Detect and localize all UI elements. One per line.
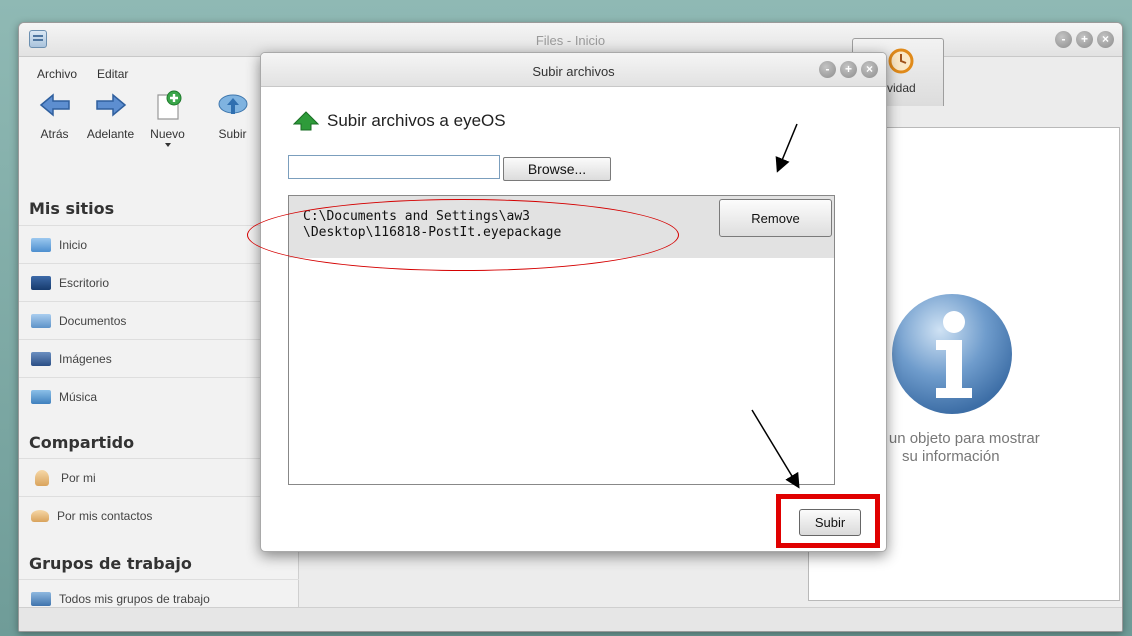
sidebar-item-documentos[interactable]: Documentos bbox=[19, 301, 299, 339]
menu-archivo[interactable]: Archivo bbox=[37, 67, 77, 81]
menu-bar: Archivo Editar bbox=[37, 67, 128, 81]
new-label: Nuevo bbox=[150, 127, 185, 141]
documents-folder-icon bbox=[31, 313, 51, 328]
info-icon bbox=[892, 294, 1012, 414]
remove-button[interactable]: Remove bbox=[719, 199, 832, 237]
forward-button[interactable]: Adelante bbox=[83, 87, 138, 141]
sidebar-item-por-mis-contactos[interactable]: Por mis contactos bbox=[19, 496, 299, 534]
chevron-down-icon bbox=[164, 143, 171, 147]
clock-icon bbox=[888, 48, 914, 74]
music-folder-icon bbox=[31, 389, 51, 404]
sidebar-item-label: Inicio bbox=[59, 237, 88, 252]
groups-icon bbox=[31, 591, 51, 606]
dialog-minimize-button[interactable]: - bbox=[819, 61, 836, 78]
new-document-icon bbox=[156, 90, 181, 120]
file-path-input[interactable] bbox=[288, 155, 500, 179]
sidebar-item-label: Todos mis grupos de trabajo bbox=[59, 591, 210, 606]
sidebar-item-por-mi[interactable]: Por mi bbox=[19, 458, 299, 496]
back-button[interactable]: Atrás bbox=[27, 87, 82, 141]
menu-editar[interactable]: Editar bbox=[97, 67, 128, 81]
dialog-title: Subir archivos bbox=[532, 64, 615, 79]
dialog-close-button[interactable]: × bbox=[861, 61, 878, 78]
forward-label: Adelante bbox=[86, 127, 135, 141]
info-message-line2: su información bbox=[902, 448, 1000, 465]
upload-dialog: Subir archivos - + × Subir archivos a ey… bbox=[260, 52, 887, 552]
sidebar-item-label: Por mis contactos bbox=[57, 508, 153, 523]
back-label: Atrás bbox=[40, 127, 69, 141]
new-button[interactable]: Nuevo bbox=[140, 87, 195, 147]
sidebar-item-label: Imágenes bbox=[59, 351, 112, 366]
browse-button[interactable]: Browse... bbox=[503, 157, 611, 181]
upload-button[interactable]: Subir bbox=[205, 87, 260, 141]
sidebar-item-label: Documentos bbox=[59, 313, 127, 328]
sidebar: Archivo Editar Atrás Adelante Nuevo Subi… bbox=[19, 57, 299, 609]
maximize-button[interactable]: + bbox=[1076, 31, 1093, 48]
upload-arrow-icon bbox=[293, 111, 319, 131]
upload-label: Subir bbox=[218, 127, 247, 141]
arrow-right-icon bbox=[95, 93, 126, 117]
info-message: na un objeto para mostrar su información bbox=[868, 430, 1128, 466]
annotation-ellipse bbox=[247, 199, 679, 271]
home-folder-icon bbox=[31, 237, 51, 252]
sidebar-item-label: Por mi bbox=[61, 470, 96, 485]
sidebar-item-escritorio[interactable]: Escritorio bbox=[19, 263, 299, 301]
section-mis-sitios: Mis sitios bbox=[29, 199, 115, 218]
sidebar-item-label: Escritorio bbox=[59, 275, 110, 290]
status-bar bbox=[19, 607, 1122, 631]
section-compartido: Compartido bbox=[29, 433, 135, 452]
dialog-window-controls: - + × bbox=[819, 61, 878, 78]
sidebar-item-label: Música bbox=[59, 389, 98, 404]
desktop-folder-icon bbox=[31, 275, 51, 290]
sidebar-item-musica[interactable]: Música bbox=[19, 377, 299, 415]
arrow-left-icon bbox=[39, 93, 70, 117]
main-window-title: Files - Inicio bbox=[535, 33, 606, 48]
user-icon bbox=[35, 469, 49, 486]
minimize-button[interactable]: - bbox=[1055, 31, 1072, 48]
section-grupos-de-trabajo: Grupos de trabajo bbox=[29, 554, 192, 573]
main-window-controls: - + × bbox=[1055, 31, 1114, 48]
dialog-maximize-button[interactable]: + bbox=[840, 61, 857, 78]
dialog-heading-text: Subir archivos a eyeOS bbox=[327, 111, 506, 130]
contacts-icon bbox=[31, 509, 49, 522]
sidebar-item-imagenes[interactable]: Imágenes bbox=[19, 339, 299, 377]
annotation-highlight-box bbox=[776, 494, 880, 548]
info-message-line1: na un objeto para mostrar bbox=[868, 430, 1040, 447]
toolbar: Atrás Adelante Nuevo Subir bbox=[27, 87, 297, 197]
images-folder-icon bbox=[31, 351, 51, 366]
upload-cloud-icon bbox=[218, 94, 247, 114]
dialog-heading: Subir archivos a eyeOS bbox=[293, 111, 506, 131]
dialog-titlebar[interactable]: Subir archivos - + × bbox=[261, 53, 886, 87]
close-button[interactable]: × bbox=[1097, 31, 1114, 48]
